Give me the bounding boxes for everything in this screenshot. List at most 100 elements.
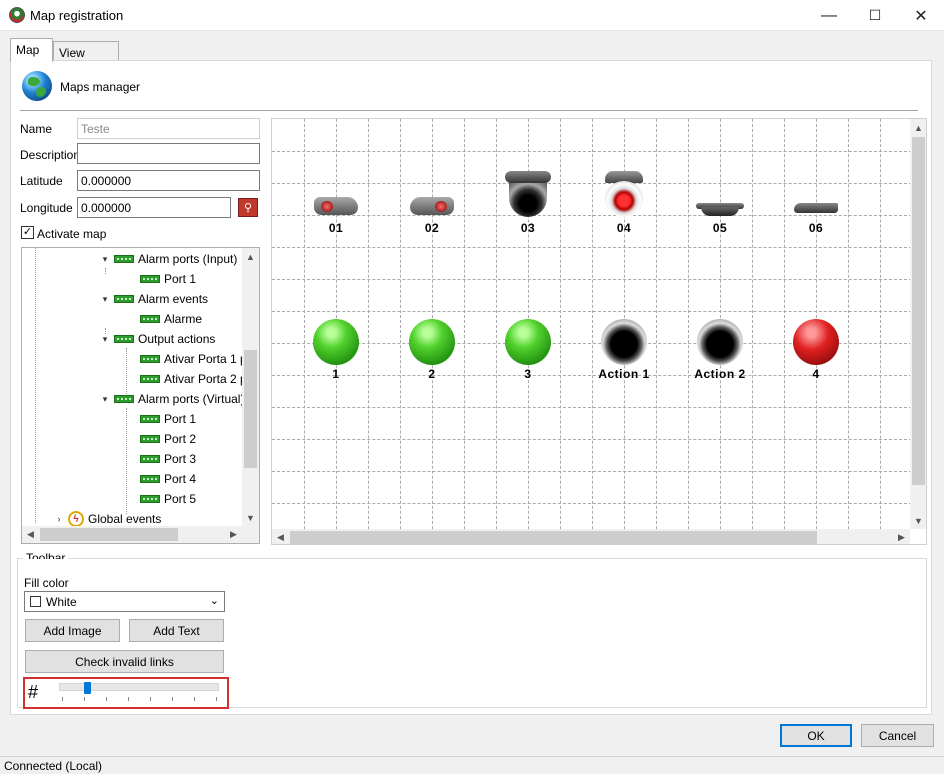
scroll-left-icon[interactable]: ◀ xyxy=(22,526,39,543)
minimize-button[interactable]: — xyxy=(806,0,852,31)
longitude-field[interactable]: 0.000000 xyxy=(77,197,231,218)
tree-node-port[interactable]: Port 4 xyxy=(140,469,196,489)
grid-size-control xyxy=(23,677,229,709)
scroll-left-icon[interactable]: ◀ xyxy=(272,529,289,544)
ok-button[interactable]: OK xyxy=(780,724,852,747)
tab-map[interactable]: Map xyxy=(10,38,53,62)
chevron-down-icon[interactable]: ▾ xyxy=(100,254,110,265)
alarm-indicator[interactable]: 2 xyxy=(392,319,472,381)
tree-node-label: Port 2 xyxy=(164,432,197,446)
chevron-down-icon: ⌄ xyxy=(209,595,219,607)
fill-color-select[interactable]: White ⌄ xyxy=(24,591,225,612)
map-pin-icon[interactable]: ⚲ xyxy=(238,198,258,217)
alarm-indicator[interactable]: 1 xyxy=(296,319,376,381)
grid-line-horizontal xyxy=(272,471,912,472)
app-logo-icon xyxy=(9,7,25,23)
chevron-down-icon[interactable]: ▾ xyxy=(100,394,110,405)
cancel-button[interactable]: Cancel xyxy=(861,724,934,747)
camera-device[interactable]: 05 xyxy=(680,189,760,235)
alarm-port-icon xyxy=(114,395,134,403)
chevron-right-icon[interactable]: › xyxy=(54,514,64,524)
tree-node-port[interactable]: Port 5 xyxy=(140,489,196,509)
camera-device[interactable]: 04 xyxy=(584,171,664,235)
scroll-up-icon[interactable]: ▲ xyxy=(242,248,259,265)
camera-device[interactable]: 03 xyxy=(488,171,568,235)
tree-node-port[interactable]: Port 3 xyxy=(140,449,196,469)
map-canvas[interactable]: 01 02 03 04 05 06 1 2 3 Action 1 Action … xyxy=(271,118,927,545)
camera-device[interactable]: 06 xyxy=(776,189,856,235)
indicator-label: Action 2 xyxy=(694,367,746,381)
alarm-port-icon xyxy=(114,255,134,263)
scroll-thumb[interactable] xyxy=(40,528,178,541)
device-tree[interactable]: ▾ Alarm ports (Input) Port 1 ▾ Alarm eve… xyxy=(21,247,260,544)
tree-node-label: Alarme xyxy=(164,312,203,326)
tree-node-label: Port 3 xyxy=(164,452,197,466)
scroll-down-icon[interactable]: ▼ xyxy=(242,509,259,526)
tree-vertical-scrollbar[interactable]: ▲ ▼ xyxy=(242,248,259,526)
activate-map-label: Activate map xyxy=(37,227,107,241)
name-label: Name xyxy=(20,122,53,136)
device-label: 06 xyxy=(808,221,824,235)
longitude-label: Longitude xyxy=(20,201,73,215)
slider-thumb[interactable] xyxy=(84,682,92,694)
add-text-button[interactable]: Add Text xyxy=(129,619,224,642)
tree-node-label: Global events xyxy=(88,512,162,526)
scroll-right-icon[interactable]: ▶ xyxy=(893,529,910,544)
tree-node-port[interactable]: Port 1 xyxy=(140,409,196,429)
grid-size-slider[interactable] xyxy=(59,683,219,691)
tree-node-alarme[interactable]: Alarme xyxy=(140,309,202,329)
tree-node-output-actions[interactable]: ▾ Output actions xyxy=(100,329,216,349)
action-indicator[interactable]: Action 1 xyxy=(584,319,664,381)
grid-line-horizontal xyxy=(272,503,912,504)
fill-color-value: White xyxy=(46,594,77,609)
tree-horizontal-scrollbar[interactable]: ◀ ▶ xyxy=(22,526,259,543)
chevron-down-icon[interactable]: ▾ xyxy=(100,294,110,305)
tree-node-label: Port 5 xyxy=(164,492,197,506)
latitude-field[interactable]: 0.000000 xyxy=(77,170,260,191)
scroll-up-icon[interactable]: ▲ xyxy=(910,119,926,136)
gray-action-icon xyxy=(601,319,647,365)
green-status-icon xyxy=(409,319,455,365)
scroll-thumb[interactable] xyxy=(290,531,817,544)
activate-map-checkbox[interactable]: ✓ xyxy=(21,226,34,239)
output-action-icon xyxy=(114,335,134,343)
tree-node-alarm-events[interactable]: ▾ Alarm events xyxy=(100,289,208,309)
chevron-down-icon[interactable]: ▾ xyxy=(100,334,110,345)
tree-node-port[interactable]: Port 1 xyxy=(140,269,196,289)
alarm-indicator[interactable]: 4 xyxy=(776,319,856,381)
port-icon xyxy=(140,415,160,423)
device-label: 04 xyxy=(616,221,632,235)
tree-node-alarm-ports-input[interactable]: ▾ Alarm ports (Input) xyxy=(100,249,238,269)
tree-node-alarm-ports-virtual[interactable]: ▾ Alarm ports (Virtual) xyxy=(100,389,245,409)
alarm-indicator[interactable]: 3 xyxy=(488,319,568,381)
map-horizontal-scrollbar[interactable]: ◀ ▶ xyxy=(272,529,910,544)
color-swatch xyxy=(30,596,41,607)
device-label: 03 xyxy=(520,221,536,235)
scroll-thumb[interactable] xyxy=(912,137,925,485)
action-indicator[interactable]: Action 2 xyxy=(680,319,760,381)
bullet-camera-icon xyxy=(407,189,457,219)
dome-camera-icon xyxy=(599,169,649,219)
grid-line-horizontal xyxy=(272,151,912,152)
slider-tick xyxy=(84,697,85,701)
port-icon xyxy=(140,435,160,443)
fill-color-label: Fill color xyxy=(24,576,69,590)
grid-line-horizontal xyxy=(272,247,912,248)
scroll-down-icon[interactable]: ▼ xyxy=(910,512,926,529)
scroll-thumb[interactable] xyxy=(244,350,257,468)
scroll-right-icon[interactable]: ▶ xyxy=(225,526,242,543)
tree-node-action[interactable]: Ativar Porta 1 p xyxy=(140,349,247,369)
description-field[interactable] xyxy=(77,143,260,164)
port-icon xyxy=(140,455,160,463)
maximize-button[interactable]: ☐ xyxy=(852,0,898,31)
camera-device[interactable]: 02 xyxy=(392,189,472,235)
close-button[interactable]: ✕ xyxy=(898,0,944,31)
tree-node-action[interactable]: Ativar Porta 2 p xyxy=(140,369,247,389)
add-image-button[interactable]: Add Image xyxy=(25,619,120,642)
check-invalid-links-button[interactable]: Check invalid links xyxy=(25,650,224,673)
indicator-label: Action 1 xyxy=(598,367,650,381)
name-field[interactable]: Teste xyxy=(77,118,260,139)
tree-node-port[interactable]: Port 2 xyxy=(140,429,196,449)
camera-device[interactable]: 01 xyxy=(296,189,376,235)
map-vertical-scrollbar[interactable]: ▲ ▼ xyxy=(910,119,926,529)
